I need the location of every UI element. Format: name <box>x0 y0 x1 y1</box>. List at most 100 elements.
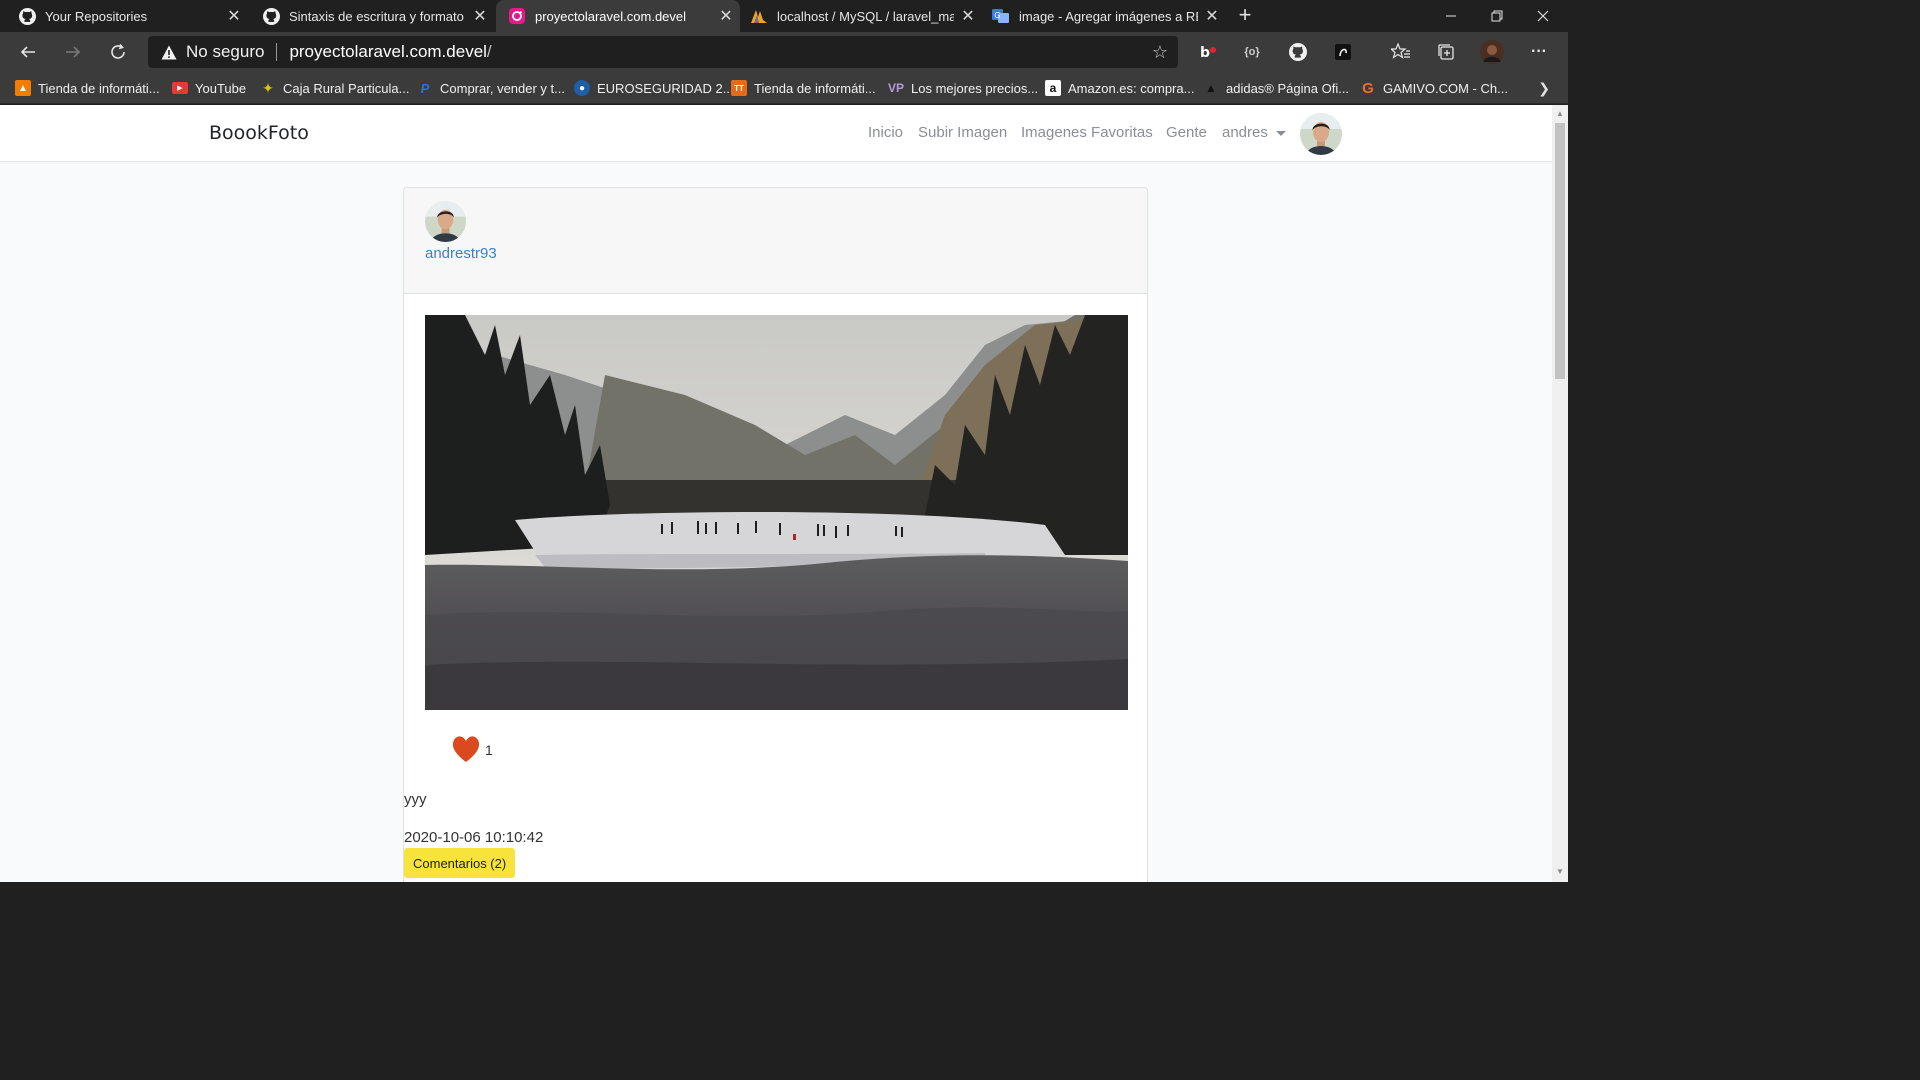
bookmark-item[interactable]: TT Tienda de informáti... <box>731 78 876 98</box>
tab-title: proyectolaravel.com.devel <box>535 8 687 24</box>
close-tab-icon[interactable]: ✕ <box>954 6 982 26</box>
scroll-up-icon[interactable]: ▲ <box>1556 109 1564 118</box>
phpmyadmin-icon <box>750 7 768 25</box>
bookmarks-bar: ▲ Tienda de informáti... ▶ YouTube ✦ Caj… <box>0 72 1568 104</box>
bookmark-label: Los mejores precios... <box>911 80 1039 96</box>
bookmark-item[interactable]: ✦ Caja Rural Particula... <box>260 78 409 98</box>
bookmark-item[interactable]: ▲ adidas® Página Ofi... <box>1203 78 1349 98</box>
username-link[interactable]: andrestr93 <box>425 245 497 262</box>
euroseguridad-icon: ● <box>574 80 590 96</box>
new-tab-button[interactable]: + <box>1232 3 1258 29</box>
tab-title: image - Agregar imágenes a REA <box>1019 8 1198 24</box>
bookmark-label: YouTube <box>195 80 247 96</box>
close-tab-icon[interactable]: ✕ <box>466 6 494 26</box>
tab-agregar-imagenes[interactable]: G image - Agregar imágenes a REA ✕ <box>984 0 1226 32</box>
page-viewport: BoookFoto Inicio Subir Imagen Imagenes F… <box>0 105 1552 882</box>
svg-text:G: G <box>994 11 1000 20</box>
bookmark-item[interactable]: P Comprar, vender y t... <box>417 78 565 98</box>
bookmark-label: adidas® Página Ofi... <box>1226 80 1350 96</box>
warning-icon[interactable] <box>160 43 178 61</box>
tab-title: Your Repositories <box>45 8 148 24</box>
bookmark-label: Caja Rural Particula... <box>283 80 410 96</box>
nav-imagenes-favoritas[interactable]: Imagenes Favoritas <box>1021 124 1153 141</box>
reload-button[interactable] <box>104 38 132 66</box>
amazon-icon: a <box>1045 80 1061 96</box>
back-button[interactable] <box>14 38 42 66</box>
site-navbar: BoookFoto Inicio Subir Imagen Imagenes F… <box>0 105 1552 162</box>
paypal-icon: P <box>420 80 430 96</box>
favorites-icon[interactable] <box>1389 40 1413 64</box>
youtube-icon: ▶ <box>172 82 188 94</box>
bookmark-label: GAMIVO.COM - Ch... <box>1383 80 1508 96</box>
browser-toolbar: No seguro proyectolaravel.com.devel / ☆ … <box>0 32 1568 72</box>
comments-button[interactable]: Comentarios (2) <box>404 848 516 878</box>
more-menu-icon[interactable]: ··· <box>1527 40 1551 64</box>
laravel-icon <box>508 7 526 25</box>
address-bar[interactable]: No seguro proyectolaravel.com.devel / ☆ <box>148 36 1178 68</box>
close-window-button[interactable] <box>1520 0 1566 32</box>
restore-button[interactable] <box>1474 0 1520 32</box>
tab-strip: Your Repositories ✕ Sintaxis de escritur… <box>0 0 1568 32</box>
security-label[interactable]: No seguro <box>186 42 264 62</box>
bookmark-item[interactable]: ▲ Tienda de informáti... <box>15 78 160 98</box>
tab-phpmyadmin[interactable]: localhost / MySQL / laravel_mast ✕ <box>742 0 982 32</box>
bookmark-label: Tienda de informáti... <box>754 80 876 96</box>
close-tab-icon[interactable]: ✕ <box>220 6 248 26</box>
shop-bag-icon: ▲ <box>15 80 31 96</box>
close-tab-icon[interactable]: ✕ <box>712 6 740 26</box>
url-host: proyectolaravel.com.devel <box>289 42 487 61</box>
post-header: andrestr93 <box>404 188 1147 294</box>
bookmark-label: Comprar, vender y t... <box>440 80 565 96</box>
nav-inicio[interactable]: Inicio <box>868 124 903 141</box>
like-heart-icon[interactable] <box>450 733 482 765</box>
user-menu-dropdown[interactable]: andres <box>1222 124 1286 141</box>
svg-text:b: b <box>1200 45 1210 60</box>
url-path: / <box>486 42 492 61</box>
bookmark-item[interactable]: ● EUROSEGURIDAD 2... <box>574 78 734 98</box>
tab-title: Sintaxis de escritura y formato b <box>289 8 466 24</box>
user-avatar[interactable] <box>425 201 466 242</box>
extension-dark-icon[interactable] <box>1331 40 1355 64</box>
bookmark-label: EUROSEGURIDAD 2... <box>597 80 734 96</box>
bookmark-item[interactable]: a Amazon.es: compra... <box>1045 78 1194 98</box>
github-icon <box>18 7 36 25</box>
profile-avatar-icon[interactable] <box>1480 40 1504 64</box>
page-scrollbar[interactable]: ▲ ▼ <box>1552 105 1568 882</box>
brand-logo[interactable]: BoookFoto <box>209 122 309 144</box>
bookmark-item[interactable]: G GAMIVO.COM - Ch... <box>1360 78 1508 98</box>
address-separator <box>276 43 278 61</box>
extension-code-icon[interactable]: {o} <box>1240 40 1264 64</box>
tab-your-repositories[interactable]: Your Repositories ✕ <box>0 0 248 32</box>
caja-rural-icon: ✦ <box>262 79 274 96</box>
tab-proyectolaravel[interactable]: proyectolaravel.com.devel ✕ <box>496 0 740 32</box>
gamivo-icon: G <box>1362 79 1374 97</box>
favorite-star-icon[interactable]: ☆ <box>1152 42 1168 63</box>
translate-icon: G <box>992 7 1010 25</box>
adidas-icon: ▲ <box>1205 81 1217 95</box>
minimize-button[interactable] <box>1428 0 1474 32</box>
tab-sintaxis[interactable]: Sintaxis de escritura y formato b ✕ <box>250 0 494 32</box>
collections-icon[interactable] <box>1434 40 1458 64</box>
github-extension-icon[interactable] <box>1286 40 1310 64</box>
extension-b-icon[interactable]: b <box>1196 40 1220 64</box>
bookmark-item[interactable]: VP Los mejores precios... <box>888 78 1038 98</box>
bookmark-item[interactable]: ▶ YouTube <box>172 78 246 98</box>
caret-down-icon <box>1275 130 1286 136</box>
post-date: 2020-10-06 10:10:42 <box>404 829 544 846</box>
forward-button[interactable] <box>59 38 87 66</box>
chevron-right-icon[interactable]: ❯ <box>1538 80 1550 97</box>
post-card: andrestr93 1 yyy 2020-10-06 10:10:42 Com… <box>403 187 1148 882</box>
bookmark-label: Tienda de informáti... <box>38 80 160 96</box>
shop-tt-icon: TT <box>731 80 747 96</box>
github-icon <box>262 7 280 25</box>
scroll-down-icon[interactable]: ▼ <box>1556 867 1564 876</box>
close-tab-icon[interactable]: ✕ <box>1198 6 1226 26</box>
bookmark-label: Amazon.es: compra... <box>1068 80 1195 96</box>
post-photo[interactable] <box>425 315 1128 710</box>
tab-title: localhost / MySQL / laravel_mast <box>777 8 954 24</box>
post-description: yyy <box>404 791 427 808</box>
nav-avatar[interactable] <box>1300 113 1342 155</box>
scrollbar-thumb[interactable] <box>1555 123 1565 379</box>
nav-gente[interactable]: Gente <box>1166 124 1207 141</box>
nav-subir-imagen[interactable]: Subir Imagen <box>918 124 1007 141</box>
